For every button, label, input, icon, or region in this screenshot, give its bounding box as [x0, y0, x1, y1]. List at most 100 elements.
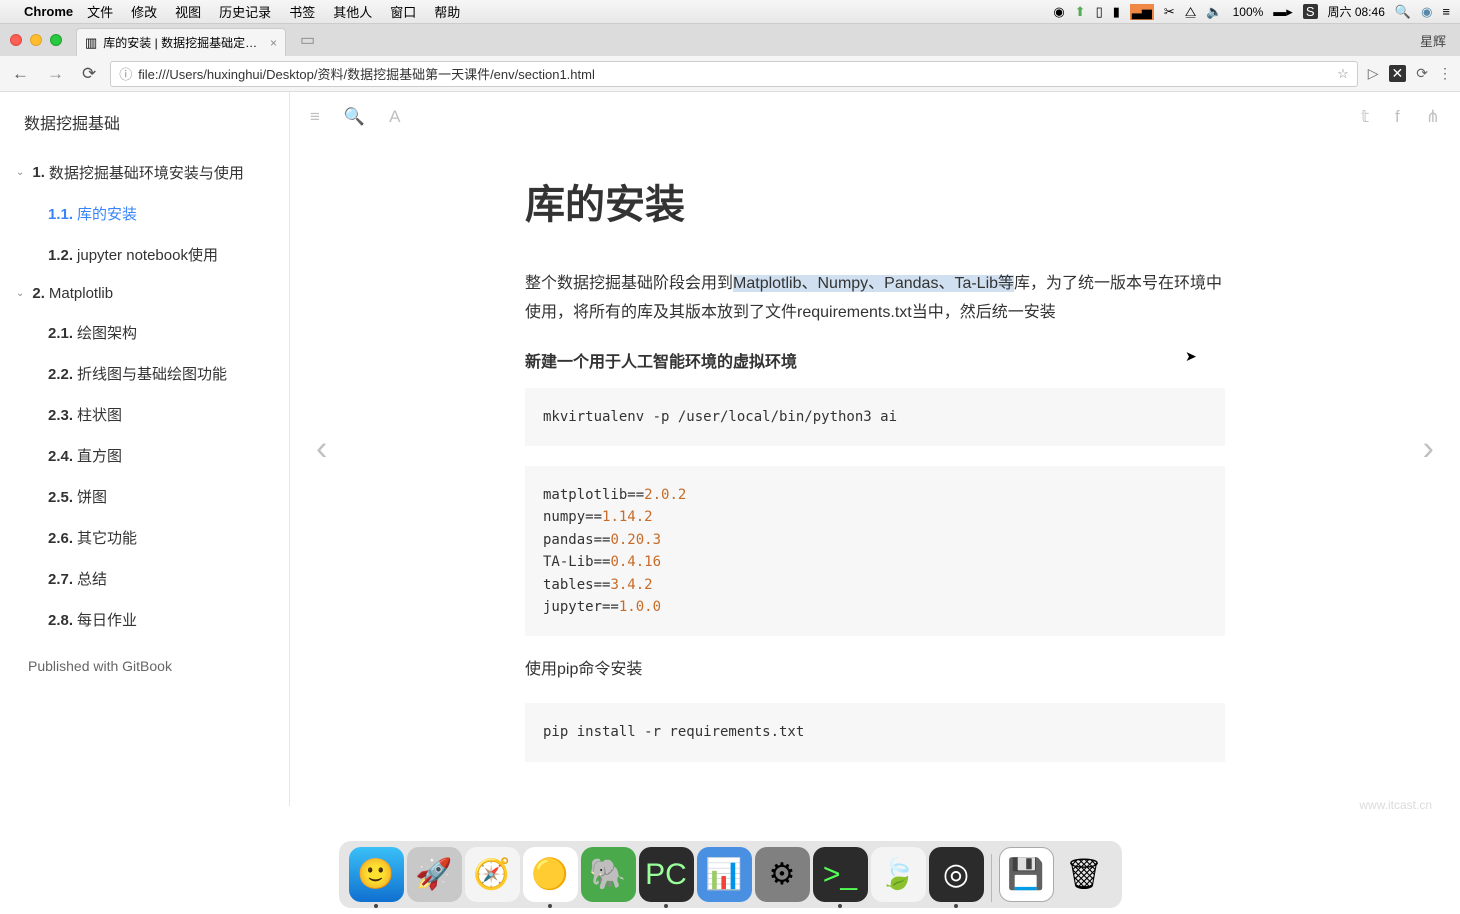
extension-icon-2[interactable]: ✕	[1389, 65, 1407, 82]
reload-button[interactable]: ⟳	[78, 64, 100, 84]
new-tab-button[interactable]: ▭	[290, 30, 325, 50]
browser-tab-strip: ▥ 库的安装 | 数据挖掘基础定位、 × ▭ 星辉	[0, 24, 1460, 56]
dock-file-icon[interactable]: 💾	[999, 847, 1054, 902]
article-body: 库的安装 整个数据挖掘基础阶段会用到Matplotlib、Numpy、Panda…	[505, 142, 1245, 806]
input-method-icon[interactable]: S	[1303, 4, 1318, 19]
page-content: 数据挖掘基础 ⌄ 1. 数据挖掘基础环境安装与使用 1.1.库的安装 1.2.j…	[0, 92, 1460, 806]
prev-page-button[interactable]: ‹	[306, 420, 337, 479]
status-icon-4[interactable]: ▮	[1113, 4, 1120, 20]
gitbook-sidebar: 数据挖掘基础 ⌄ 1. 数据挖掘基础环境安装与使用 1.1.库的安装 1.2.j…	[0, 92, 290, 806]
facebook-icon[interactable]: f	[1395, 107, 1400, 127]
gitbook-content: ≡ 🔍 A 𝕥 f ⋔ ‹ › 库的安装 整个数据挖掘基础阶段会用到Matplo…	[290, 92, 1460, 806]
macos-menubar: Chrome 文件 修改 视图 历史记录 书签 其他人 窗口 帮助 ◉ ⬆ ▯ …	[0, 0, 1460, 24]
font-settings-icon[interactable]: A	[389, 107, 400, 127]
clock[interactable]: 周六 08:46	[1328, 3, 1385, 20]
status-icon-flame[interactable]: ▃▅	[1130, 4, 1154, 20]
subheading-1: 新建一个用于人工智能环境的虚拟环境	[525, 348, 1225, 372]
siri-icon[interactable]: ◉	[1421, 4, 1432, 20]
sidebar-item-2-1[interactable]: 2.1.绘图架构	[0, 312, 289, 353]
menu-window[interactable]: 窗口	[390, 2, 416, 21]
address-bar[interactable]: ⓘ file:///Users/huxinghui/Desktop/资料/数据挖…	[110, 61, 1358, 87]
info-icon[interactable]: ⓘ	[119, 64, 132, 83]
sidebar-item-2-2[interactable]: 2.2.折线图与基础绘图功能	[0, 353, 289, 394]
status-icon-2[interactable]: ⬆	[1075, 4, 1086, 20]
code-block-3: pip install -r requirements.txt	[525, 703, 1225, 761]
notification-center-icon[interactable]: ≡	[1442, 4, 1450, 19]
chevron-down-icon: ⌄	[16, 288, 24, 299]
extension-icon-3[interactable]: ⟳	[1416, 65, 1428, 82]
minimize-window-button[interactable]	[30, 34, 42, 46]
volume-icon[interactable]: 🔈	[1206, 4, 1222, 20]
app-icon-leaf[interactable]: 🍃	[871, 847, 926, 902]
status-icon-1[interactable]: ◉	[1053, 4, 1064, 20]
sidebar-book-title[interactable]: 数据挖掘基础	[0, 92, 289, 152]
published-with[interactable]: Published with GitBook	[0, 640, 289, 692]
tab-close-icon[interactable]: ×	[270, 36, 277, 50]
book-icon: ▥	[85, 35, 97, 51]
tab-title: 库的安装 | 数据挖掘基础定位、	[103, 34, 264, 51]
macos-dock-wrap: 🙂 🚀 🧭 🟡 🐘 PC 📊 ⚙ >_ 🍃 ◎ 💾 🗑	[0, 806, 1460, 914]
sidebar-item-2-3[interactable]: 2.3.柱状图	[0, 394, 289, 435]
content-toolbar: ≡ 🔍 A 𝕥 f ⋔	[290, 92, 1460, 142]
next-page-button[interactable]: ›	[1413, 420, 1444, 479]
extension-icon-1[interactable]: ▷	[1368, 65, 1379, 82]
sidebar-item-1-2[interactable]: 1.2.jupyter notebook使用	[0, 234, 289, 275]
launchpad-icon[interactable]: 🚀	[407, 847, 462, 902]
menu-edit[interactable]: 修改	[131, 2, 157, 21]
paragraph-pip: 使用pip命令安装	[525, 656, 1225, 685]
search-icon[interactable]: 🔍	[344, 107, 365, 127]
more-menu-icon[interactable]: ⋮	[1438, 65, 1452, 82]
maximize-window-button[interactable]	[50, 34, 62, 46]
pycharm-icon[interactable]: PC	[639, 847, 694, 902]
toggle-sidebar-icon[interactable]: ≡	[310, 107, 320, 127]
menu-help[interactable]: 帮助	[434, 2, 460, 21]
evernote-icon[interactable]: 🐘	[581, 847, 636, 902]
menu-view[interactable]: 视图	[175, 2, 201, 21]
settings-icon[interactable]: ⚙	[755, 847, 810, 902]
intro-paragraph: 整个数据挖掘基础阶段会用到Matplotlib、Numpy、Pandas、Ta-…	[525, 270, 1225, 328]
macos-dock: 🙂 🚀 🧭 🟡 🐘 PC 📊 ⚙ >_ 🍃 ◎ 💾 🗑	[339, 841, 1122, 908]
chrome-icon[interactable]: 🟡	[523, 847, 578, 902]
scissors-icon[interactable]: ✂	[1164, 4, 1175, 20]
trash-icon[interactable]: 🗑	[1057, 847, 1112, 902]
sidebar-item-2-7[interactable]: 2.7.总结	[0, 558, 289, 599]
dock-separator	[991, 854, 992, 902]
status-icon-3[interactable]: ▯	[1096, 4, 1103, 20]
terminal-icon[interactable]: >_	[813, 847, 868, 902]
watermark: www.itcast.cn	[1359, 798, 1432, 812]
bookmark-star-icon[interactable]: ☆	[1337, 66, 1349, 82]
finder-icon[interactable]: 🙂	[349, 847, 404, 902]
battery-percent[interactable]: 100%	[1233, 5, 1264, 19]
sidebar-section-2[interactable]: ⌄ 2. Matplotlib	[0, 275, 289, 312]
wifi-icon[interactable]: ⧋	[1185, 4, 1197, 20]
sidebar-item-1-1[interactable]: 1.1.库的安装	[0, 193, 289, 234]
share-icon[interactable]: ⋔	[1426, 107, 1440, 127]
battery-icon[interactable]: ▬▸	[1273, 4, 1293, 20]
profile-label[interactable]: 星辉	[1420, 31, 1446, 50]
sidebar-item-2-4[interactable]: 2.4.直方图	[0, 435, 289, 476]
close-window-button[interactable]	[10, 34, 22, 46]
menu-people[interactable]: 其他人	[333, 2, 372, 21]
window-controls	[10, 34, 62, 46]
sidebar-item-2-5[interactable]: 2.5.饼图	[0, 476, 289, 517]
obs-icon[interactable]: ◎	[929, 847, 984, 902]
sidebar-item-2-8[interactable]: 2.8.每日作业	[0, 599, 289, 640]
code-block-1: mkvirtualenv -p /user/local/bin/python3 …	[525, 388, 1225, 446]
keynote-icon[interactable]: 📊	[697, 847, 752, 902]
forward-button[interactable]: →	[43, 64, 68, 84]
sidebar-item-2-6[interactable]: 2.6.其它功能	[0, 517, 289, 558]
safari-icon[interactable]: 🧭	[465, 847, 520, 902]
twitter-icon[interactable]: 𝕥	[1361, 107, 1369, 127]
browser-tab-active[interactable]: ▥ 库的安装 | 数据挖掘基础定位、 ×	[76, 28, 286, 56]
chevron-down-icon: ⌄	[16, 167, 24, 178]
spotlight-icon[interactable]: 🔍	[1395, 4, 1411, 20]
code-block-2: matplotlib==2.0.2 numpy==1.14.2 pandas==…	[525, 466, 1225, 636]
menu-file[interactable]: 文件	[87, 2, 113, 21]
sidebar-section-1[interactable]: ⌄ 1. 数据挖掘基础环境安装与使用	[0, 152, 289, 193]
page-title: 库的安装	[525, 172, 1225, 230]
menu-bookmarks[interactable]: 书签	[289, 2, 315, 21]
highlighted-text: Matplotlib、Numpy、Pandas、Ta-Lib等	[733, 275, 1014, 292]
menubar-app-name[interactable]: Chrome	[24, 4, 73, 19]
menu-history[interactable]: 历史记录	[219, 2, 271, 21]
back-button[interactable]: ←	[8, 64, 33, 84]
